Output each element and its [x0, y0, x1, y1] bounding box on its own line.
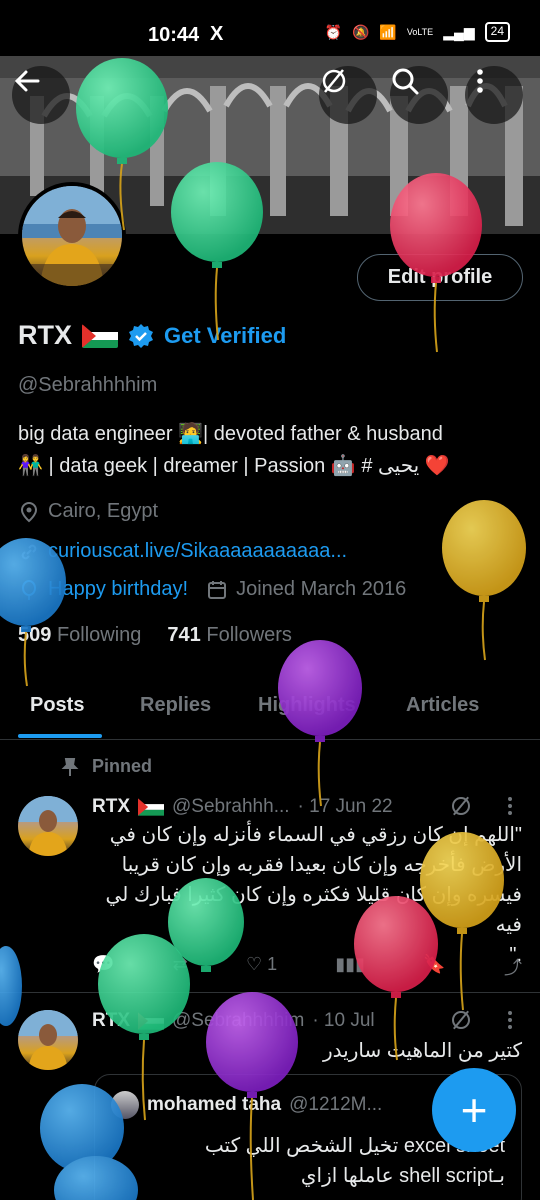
like-button[interactable]: ♡ 1: [246, 954, 277, 980]
website-link[interactable]: curiouscat.live/Sikaaaaaaaaaaa...: [48, 540, 347, 563]
location-row: Cairo, Egypt: [18, 500, 158, 523]
compose-post-button[interactable]: +: [432, 1068, 516, 1152]
more-vertical-icon: [477, 69, 483, 93]
tab-replies[interactable]: Replies: [140, 694, 211, 717]
signal-icon: ▂▄▆: [443, 23, 475, 40]
retweet-icon[interactable]: ⇄: [173, 954, 188, 980]
quote-author-name: mohamed taha: [147, 1094, 282, 1115]
share-icon[interactable]: ⤴: [504, 954, 522, 980]
tweet-header: RTX @Sebrahhhhim · 10 Jul: [92, 1010, 375, 1032]
bio-line: big data engineer 🧑‍💻| devoted father & …: [18, 423, 443, 445]
profile-tabs: Posts Replies Highlights Articles: [0, 684, 540, 740]
name-row: RTX Get Verified: [18, 320, 286, 351]
tweet-avatar[interactable]: [18, 1010, 78, 1070]
grok-icon[interactable]: [449, 794, 473, 818]
profile-handle: @Sebrahhhhim: [18, 374, 158, 396]
birthday-row: Happy birthday! Joined March 2016: [18, 578, 406, 601]
pinned-indicator: Pinned: [60, 756, 152, 777]
location-icon: [20, 501, 38, 522]
quote-header: mohamed taha @1212M...: [111, 1091, 382, 1119]
active-tab-indicator: [18, 734, 102, 738]
grok-button[interactable]: [319, 66, 377, 124]
palestine-flag-icon: [138, 798, 164, 816]
followers-link[interactable]: 741 Followers: [167, 624, 292, 647]
edit-profile-button[interactable]: Edit profile: [357, 254, 523, 301]
tweet-date[interactable]: · 10 Jul: [312, 1010, 374, 1032]
tweet-handle[interactable]: @Sebrahhhhim: [172, 1010, 304, 1032]
website-row: curiouscat.live/Sikaaaaaaaaaaa...: [18, 540, 347, 563]
tweet-handle[interactable]: @Sebrahhh...: [172, 796, 290, 818]
tweet-actions: 💬 ⇄ ♡ 1 ▮▮▮ 🔖 ⤴: [92, 954, 522, 980]
palestine-flag-icon: [138, 1012, 164, 1030]
battery-icon: 24: [484, 22, 510, 42]
link-icon: [21, 544, 37, 559]
pin-icon: [61, 757, 79, 776]
grok-icon[interactable]: [449, 1008, 473, 1032]
profile-bio: big data engineer 🧑‍💻| devoted father & …: [18, 418, 528, 482]
balloon: [0, 946, 22, 1026]
back-button[interactable]: [12, 66, 70, 124]
bio-line: 👫 | data geek | dreamer | Passion 🤖 # يح…: [18, 455, 450, 477]
more-button[interactable]: [465, 66, 523, 124]
quote-avatar: [111, 1091, 139, 1119]
reply-icon[interactable]: 💬: [92, 954, 114, 980]
more-vertical-icon[interactable]: [500, 796, 520, 816]
arrow-left-icon: [14, 70, 40, 92]
x-app-icon: X: [210, 23, 224, 45]
joined-text: Joined March 2016: [236, 578, 407, 600]
search-icon: [392, 68, 419, 95]
alarm-icon: ⏰: [324, 23, 342, 40]
grok-icon: [322, 69, 346, 93]
location-text: Cairo, Egypt: [48, 500, 159, 522]
tweet-author-name[interactable]: RTX: [92, 1010, 130, 1032]
balloon-icon: [22, 579, 36, 600]
following-link[interactable]: 509 Following: [18, 624, 141, 647]
tweet-avatar[interactable]: [18, 796, 78, 856]
follow-stats: 509 Following 741 Followers: [18, 624, 292, 647]
status-time: 10:44: [148, 24, 200, 46]
balloon: [442, 500, 526, 661]
tweet-header: RTX @Sebrahhh... · 17 Jun 22: [92, 796, 393, 818]
search-button[interactable]: [390, 66, 448, 124]
divider: [0, 992, 540, 993]
status-bar: 10:44 X ⏰ 🔕 📶 VoLTE ▂▄▆ 24: [0, 0, 540, 56]
palestine-flag-icon: [82, 323, 118, 348]
tweet-text: "اللهم إن كان رزقي في السماء فأنزله وإن …: [105, 824, 522, 966]
tweet-date[interactable]: · 17 Jun 22: [298, 796, 393, 818]
calendar-icon: [208, 580, 227, 599]
wifi-icon: 📶: [379, 23, 397, 40]
more-vertical-icon[interactable]: [500, 1010, 520, 1030]
get-verified-link[interactable]: Get Verified: [164, 323, 286, 349]
display-name: RTX: [18, 320, 72, 350]
network-label: VoLTE: [406, 27, 434, 37]
verified-badge-icon[interactable]: [128, 323, 154, 349]
bookmark-icon[interactable]: 🔖: [423, 954, 445, 980]
avatar-photo: [22, 186, 122, 286]
profile-avatar[interactable]: [18, 182, 126, 290]
tweet-author-name[interactable]: RTX: [92, 796, 130, 818]
tab-highlights[interactable]: Highlights: [258, 694, 356, 717]
tab-articles[interactable]: Articles: [406, 694, 479, 717]
tab-posts[interactable]: Posts: [30, 694, 84, 717]
status-icons: ⏰ 🔕 📶 VoLTE ▂▄▆ 24: [325, 22, 510, 42]
tweet-text: كتير من الماهيت ساريدر: [323, 1040, 522, 1062]
views-icon[interactable]: ▮▮▮: [335, 954, 365, 980]
quote-handle: @1212M...: [289, 1094, 383, 1115]
mute-icon: 🔕: [351, 23, 370, 40]
birthday-text[interactable]: Happy birthday!: [48, 578, 188, 601]
pinned-label: Pinned: [92, 756, 153, 776]
